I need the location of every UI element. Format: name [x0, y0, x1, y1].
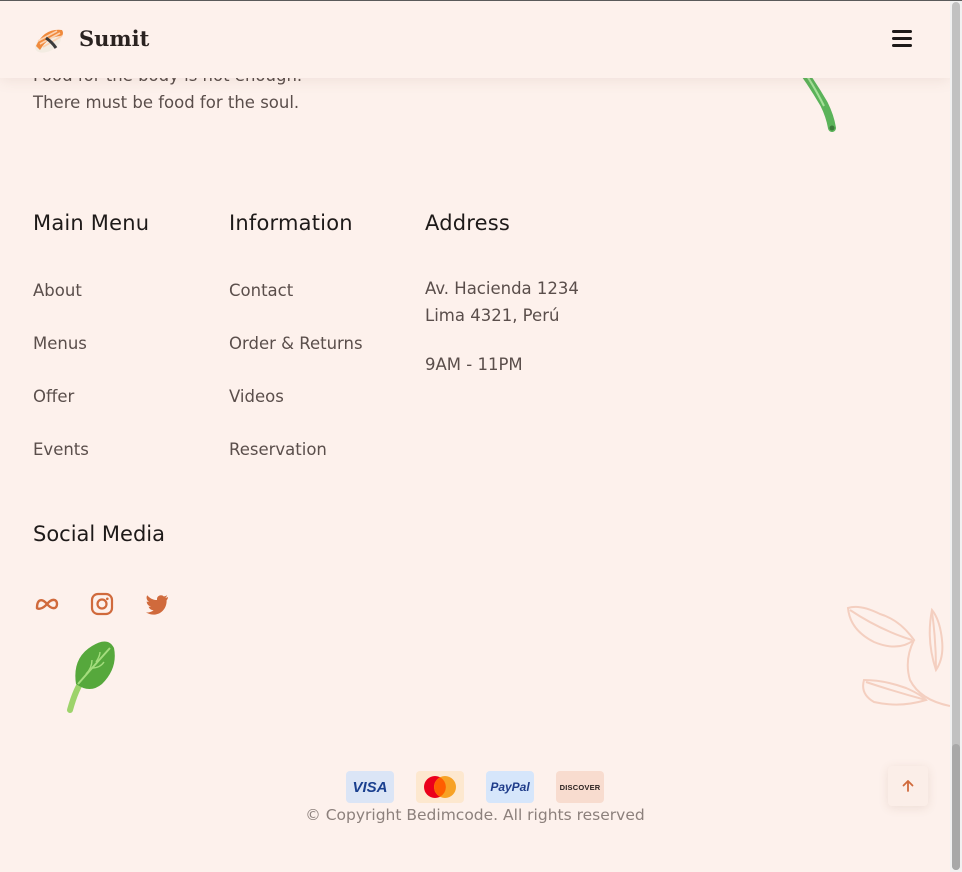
footer-link-events[interactable]: Events [33, 440, 89, 459]
vertical-scrollbar[interactable] [950, 0, 962, 872]
opening-hours: 9AM - 11PM [425, 355, 523, 374]
header: Sumit [0, 1, 950, 78]
social-media-title: Social Media [33, 522, 166, 546]
page: Sumit Food for the body is not enough. T… [0, 0, 950, 872]
address-title: Address [425, 211, 511, 235]
address-line-2: Lima 4321, Perú [425, 306, 560, 325]
paypal-label: PayPal [490, 780, 530, 794]
decorative-leaves-icon [846, 605, 950, 707]
visa-label: VISA [352, 778, 388, 796]
hamburger-icon [892, 30, 912, 33]
instagram-icon[interactable] [89, 592, 115, 616]
footer-link-offer[interactable]: Offer [33, 387, 74, 406]
copyright: © Copyright Bedimcode. All rights reserv… [305, 806, 645, 824]
mastercard-icon [416, 771, 464, 803]
discover-icon: DISCOVER [556, 771, 604, 803]
spinach-leaf-icon [67, 641, 115, 713]
discover-label: DISCOVER [559, 782, 601, 792]
information-title: Information [229, 211, 353, 235]
footer-link-reservation[interactable]: Reservation [229, 440, 327, 459]
paypal-icon: PayPal [486, 771, 534, 803]
twitter-icon[interactable] [144, 592, 170, 616]
sushi-icon [35, 29, 63, 53]
visa-icon: VISA [346, 771, 394, 803]
scrollbar-track-fill [952, 2, 960, 870]
arrow-up-icon [902, 780, 914, 792]
footer-link-contact[interactable]: Contact [229, 281, 293, 300]
meta-icon[interactable] [34, 592, 60, 616]
address-line-1: Av. Hacienda 1234 [425, 279, 579, 298]
brand-name[interactable]: Sumit [79, 26, 149, 51]
window-top-edge [0, 0, 962, 1]
scroll-to-top-button[interactable] [888, 766, 928, 806]
main-menu-title: Main Menu [33, 211, 150, 235]
payment-methods: VISA PayPal DISCOVER [346, 771, 606, 803]
scrollbar-thumb[interactable] [952, 744, 960, 870]
footer-link-order-returns[interactable]: Order & Returns [229, 334, 363, 353]
footer-link-about[interactable]: About [33, 281, 82, 300]
footer-link-videos[interactable]: Videos [229, 387, 284, 406]
footer-link-menus[interactable]: Menus [33, 334, 87, 353]
menu-button[interactable] [892, 30, 916, 50]
